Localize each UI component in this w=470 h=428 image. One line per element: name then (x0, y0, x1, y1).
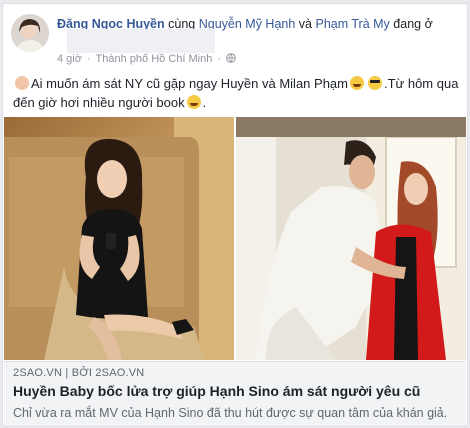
link-domain-line: 2SAO.VN | BỞI 2SAO.VN (13, 367, 144, 379)
blurred-location-box (67, 29, 215, 53)
link-byline: BỞI 2SAO.VN (71, 367, 145, 379)
domain-separator: | (65, 367, 69, 379)
post-card: Đặng Ngọc Huyền cùng Nguyễn Mỹ Hạnh và P… (2, 3, 468, 427)
photo-woman-sofa (4, 117, 234, 360)
post-time[interactable]: 4 giờ (57, 53, 82, 65)
meta-separator: · (87, 53, 91, 65)
post-meta: 4 giờ · Thành phố Hồ Chí Minh · (57, 53, 236, 65)
tagged-user-2[interactable]: Phạm Trà My (315, 17, 389, 31)
sunglasses-emoji-icon (367, 76, 382, 90)
photo-couple (236, 117, 466, 360)
link-title[interactable]: Huyền Baby bốc lửa trợ giúp Hạnh Sino ám… (13, 383, 420, 399)
post-text-part1: Ai muốn ám sát NY cũ gặp ngay Huyền và M… (31, 76, 348, 91)
link-preview[interactable]: 2SAO.VN | BỞI 2SAO.VN Huyền Baby bốc lửa… (4, 361, 466, 426)
post-text: Ai muốn ám sát NY cũ gặp ngay Huyền và M… (13, 74, 463, 112)
and-text: và (298, 17, 312, 31)
photo-left[interactable] (4, 117, 234, 360)
globe-icon[interactable] (226, 53, 236, 63)
post-location[interactable]: Thành phố Hồ Chí Minh (96, 53, 213, 65)
link-domain: 2SAO.VN (13, 367, 63, 379)
photo-right[interactable] (236, 117, 466, 360)
avatar[interactable] (11, 14, 49, 52)
post-text-end: . (202, 95, 207, 110)
woman-emoji-icon (15, 76, 29, 90)
avatar-image (11, 14, 49, 52)
laughing-emoji-icon (186, 95, 201, 109)
link-description: Chỉ vừa ra mắt MV của Hạnh Sino đã thu h… (13, 406, 448, 420)
status-text: đang ở (393, 17, 433, 31)
laughing-emoji-icon (349, 76, 364, 90)
meta-separator-2: · (217, 53, 222, 65)
